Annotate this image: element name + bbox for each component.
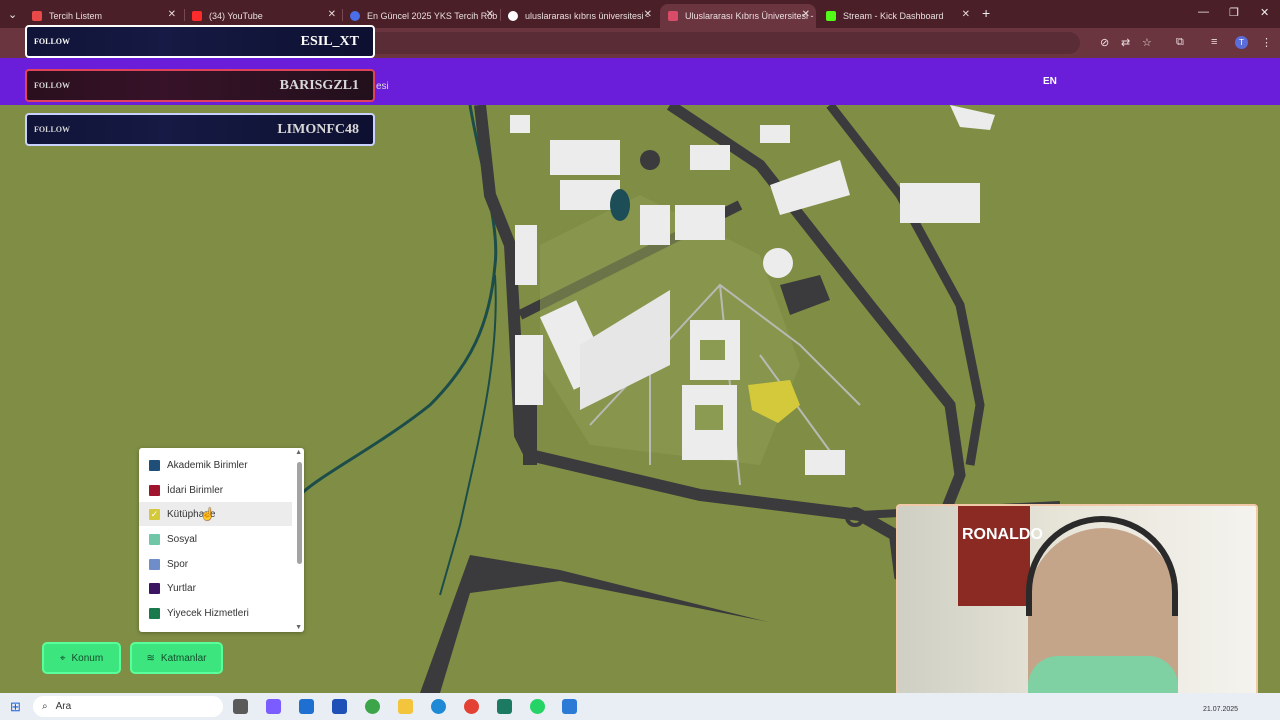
- building: [515, 225, 537, 285]
- legend-item-sosyal[interactable]: Sosyal: [139, 527, 292, 551]
- windows-taskbar: ⊞ ⌕ Ara 21.07.2025: [0, 693, 1280, 720]
- katmanlar-button[interactable]: ≋ Katmanlar: [132, 644, 221, 672]
- building: [640, 205, 670, 245]
- check-icon: ✓: [149, 508, 160, 520]
- konum-button[interactable]: ⌖ Konum: [44, 644, 119, 672]
- legend-item-akademik[interactable]: Akademik Birimler: [139, 453, 292, 477]
- follow-alert-2: FOLLOW BARISGZL1: [25, 69, 375, 102]
- youtube-favicon-icon: [192, 11, 202, 21]
- tab-close-icon[interactable]: ✕: [486, 9, 494, 20]
- legend-swatch: [149, 459, 160, 471]
- roundabout: [640, 150, 660, 170]
- layers-icon: ≋: [146, 652, 155, 664]
- search-icon: ⌕: [42, 701, 48, 712]
- legend-item-kutuphane[interactable]: ✓ Kütüphane: [139, 502, 292, 526]
- language-toggle[interactable]: EN: [1043, 76, 1057, 87]
- minimize-icon[interactable]: —: [1198, 6, 1209, 18]
- building: [515, 335, 543, 405]
- webcam-overlay: RONALDO: [896, 504, 1258, 706]
- legend-swatch: [149, 558, 160, 570]
- tab-close-icon[interactable]: ✕: [802, 9, 810, 20]
- building: [510, 115, 530, 133]
- uku-favicon-icon: [668, 11, 678, 21]
- menu-kebab-icon[interactable]: ⋮: [1261, 36, 1272, 49]
- tercih-favicon-icon: [32, 11, 42, 21]
- legend-swatch: [149, 484, 160, 496]
- task-view-icon[interactable]: [233, 699, 248, 714]
- windows-start-icon[interactable]: ⊞: [10, 699, 21, 715]
- tab-close-icon[interactable]: ✕: [328, 9, 336, 20]
- whatsapp-icon[interactable]: [530, 699, 545, 714]
- browser-tab-bar: ⌄ Tercih Listem ✕ (34) YouTube ✕ En Günc…: [0, 0, 1280, 28]
- photos-icon[interactable]: [562, 699, 577, 714]
- translate-icon[interactable]: ⇄: [1121, 36, 1130, 49]
- legend-item-yiyecek[interactable]: Yiyecek Hizmetleri: [139, 601, 292, 625]
- kick-app-icon[interactable]: [497, 699, 512, 714]
- tab-kick-dashboard[interactable]: Stream - Kick Dashboard ✕: [818, 4, 976, 28]
- scroll-down-icon[interactable]: ▼: [295, 624, 302, 631]
- building: [550, 140, 620, 175]
- tab-search-icon[interactable]: ⌄: [8, 8, 17, 21]
- legend-scrollbar[interactable]: [297, 462, 302, 564]
- google-favicon-icon: [508, 11, 518, 21]
- follow-alert-3: FOLLOW LIMONFC48: [25, 113, 375, 146]
- kick-favicon-icon: [826, 11, 836, 21]
- courtyard: [700, 340, 725, 360]
- new-tab-button[interactable]: +: [982, 5, 990, 21]
- legend-item-idari[interactable]: İdari Birimler: [139, 478, 292, 502]
- legend-item-spor[interactable]: Spor: [139, 552, 292, 576]
- legend-swatch: [149, 607, 160, 619]
- rotunda: [763, 248, 793, 278]
- copilot-icon[interactable]: [266, 699, 281, 714]
- legend-item-yurtlar[interactable]: Yurtlar: [139, 576, 292, 600]
- file-explorer-icon[interactable]: [398, 699, 413, 714]
- profile-avatar[interactable]: T: [1235, 36, 1248, 49]
- window-close-icon[interactable]: ✕: [1260, 6, 1269, 19]
- store-icon[interactable]: [332, 699, 347, 714]
- pond: [610, 189, 630, 221]
- building: [760, 125, 790, 143]
- mouse-cursor-icon: ☝: [200, 507, 215, 521]
- tab-close-icon[interactable]: ✕: [962, 9, 970, 20]
- outlook-icon[interactable]: [299, 699, 314, 714]
- tab-uku-active[interactable]: Uluslararası Kıbrıs Üniversitesi - ✕: [660, 4, 816, 28]
- building: [675, 205, 725, 240]
- location-pin-icon: ⌖: [59, 652, 66, 664]
- extensions-icon[interactable]: ⧉: [1176, 36, 1184, 49]
- taskbar-date: 21.07.2025: [1203, 706, 1239, 713]
- site-title-fragment: esi: [376, 81, 389, 92]
- tab-close-icon[interactable]: ✕: [168, 9, 176, 20]
- follow-alert-1: FOLLOW ESIL_XT: [25, 25, 375, 58]
- eye-off-icon[interactable]: ⊘: [1100, 36, 1109, 49]
- courtyard: [695, 405, 723, 430]
- tab-close-icon[interactable]: ✕: [644, 9, 652, 20]
- taskbar-search[interactable]: ⌕ Ara: [33, 696, 223, 717]
- layer-legend-panel[interactable]: Akademik Birimler İdari Birimler ✓ Kütüp…: [139, 448, 304, 632]
- scroll-up-icon[interactable]: ▲: [295, 449, 302, 456]
- media-control-icon[interactable]: ≡: [1211, 36, 1217, 48]
- building: [805, 450, 845, 475]
- legend-swatch: [149, 582, 160, 594]
- building: [690, 145, 730, 170]
- tercih-robotu-favicon-icon: [350, 11, 360, 21]
- chrome-icon[interactable]: [464, 699, 479, 714]
- restore-icon[interactable]: ❐: [1229, 6, 1239, 19]
- bookmark-star-icon[interactable]: ☆: [1142, 36, 1152, 49]
- dormitory-block: [900, 183, 980, 223]
- edge-icon[interactable]: [431, 699, 446, 714]
- tab-google-search[interactable]: uluslararası kıbrıs üniversitesi - ✕: [500, 4, 658, 28]
- poster: RONALDO: [958, 506, 1043, 606]
- app-green-icon[interactable]: [365, 699, 380, 714]
- legend-swatch: [149, 533, 160, 545]
